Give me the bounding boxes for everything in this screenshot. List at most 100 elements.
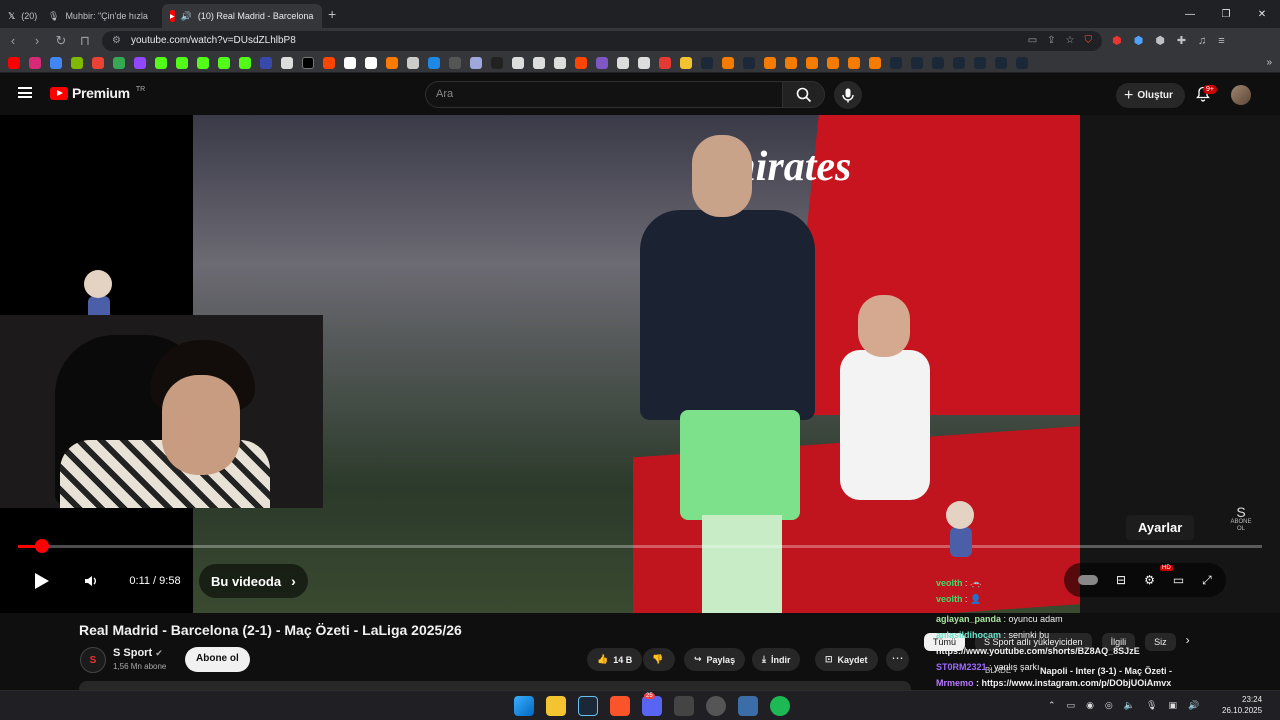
bookmark-icon[interactable] — [596, 56, 608, 69]
reload-button[interactable]: ↻ — [54, 33, 68, 49]
bookmark-folder-icon[interactable] — [680, 56, 692, 69]
bookmark-icon[interactable] — [50, 56, 62, 69]
bookmark-steam-icon[interactable] — [995, 56, 1007, 69]
bookmark-icon[interactable] — [491, 56, 503, 69]
bookmark-icon[interactable] — [407, 56, 419, 69]
display-icon[interactable]: ▣ — [1168, 700, 1177, 711]
bookmark-icon[interactable] — [71, 56, 83, 69]
extension-icon[interactable]: ⬢ — [1134, 34, 1144, 47]
progress-bar[interactable] — [18, 545, 1262, 548]
bookmark-icon[interactable] — [260, 56, 272, 69]
extension-icon[interactable]: ⬢ — [1112, 34, 1122, 47]
bookmark-amazon-icon[interactable] — [365, 56, 377, 69]
bookmark-icon[interactable] — [386, 56, 398, 69]
spotify-icon[interactable] — [770, 696, 790, 716]
tab-youtube[interactable]: ▶ 🔊 (10) Real Madrid - Barcelona ✕ — [162, 4, 322, 28]
bookmark-icon[interactable] — [638, 56, 650, 69]
bookmark-icon[interactable] — [344, 56, 356, 69]
share-button[interactable]: ↪ Paylaş — [684, 648, 746, 671]
app-icon[interactable] — [706, 696, 726, 716]
steam-icon[interactable] — [578, 696, 598, 716]
create-button[interactable]: + Oluştur — [1116, 83, 1185, 108]
bookmark-steam-icon[interactable] — [701, 56, 713, 69]
taskbar-clock[interactable]: 23:24 26.10.2025 — [1222, 694, 1262, 716]
bookmark-icon[interactable] — [722, 56, 734, 69]
progress-scrubber[interactable] — [34, 539, 49, 553]
bookmark-icon[interactable]: ⊓ — [78, 33, 92, 49]
volume-tray-icon[interactable]: 🔊 — [1188, 700, 1199, 711]
menu-icon[interactable] — [18, 87, 32, 98]
tray-app-icon[interactable]: ◉ — [1086, 700, 1094, 711]
new-tab-button[interactable]: + — [328, 6, 336, 22]
tab-muhbir[interactable]: 🎙 Muhbir: "Çin'de hızla ya — [40, 4, 150, 28]
bookmark-reddit-icon[interactable] — [575, 56, 587, 69]
file-explorer-icon[interactable] — [546, 696, 566, 716]
share-icon[interactable]: ⇪ — [1047, 35, 1055, 46]
brave-icon[interactable] — [610, 696, 630, 716]
bookmark-kick-icon[interactable] — [155, 56, 167, 69]
bookmark-icon[interactable] — [218, 56, 230, 69]
like-button[interactable]: 👍 14 B — [587, 648, 643, 671]
bookmark-icon[interactable] — [428, 56, 440, 69]
steam-tray-icon[interactable]: ◎ — [1105, 700, 1113, 711]
bookmark-steam-icon[interactable] — [743, 56, 755, 69]
minimize-button[interactable]: — — [1172, 9, 1208, 20]
bookmark-icon[interactable] — [554, 56, 566, 69]
bookmark-star-icon[interactable]: ☆ — [1066, 35, 1075, 46]
mic-tray-icon[interactable]: 🎙 — [1146, 700, 1157, 711]
save-button[interactable]: ⊡ Kaydet — [815, 648, 878, 671]
bookmark-icon[interactable] — [239, 56, 251, 69]
bookmark-gmail-icon[interactable] — [92, 56, 104, 69]
play-button[interactable] — [22, 564, 62, 598]
bookmark-icon[interactable] — [470, 56, 482, 69]
battery-icon[interactable]: ▭ — [1067, 700, 1076, 711]
chapter-button[interactable]: Bu videoda › — [199, 564, 308, 598]
puzzle-icon[interactable]: ✚ — [1177, 34, 1186, 47]
music-icon[interactable]: ♫ — [1198, 35, 1206, 47]
voice-search-button[interactable] — [834, 81, 862, 109]
bookmark-x-icon[interactable] — [302, 56, 314, 69]
bookmark-steam-icon[interactable] — [911, 56, 923, 69]
fullscreen-icon[interactable]: ⤢ — [1202, 573, 1212, 588]
tab-x[interactable]: 𝕏 (20) X'te — [0, 4, 40, 28]
bookmark-icon[interactable] — [533, 56, 545, 69]
bookmark-instagram-icon[interactable] — [29, 56, 41, 69]
speaker-icon[interactable]: 🔈 — [1124, 700, 1135, 711]
menu-icon[interactable]: ≡ — [1218, 35, 1224, 47]
address-bar[interactable]: ⚙ youtube.com/watch?v=DUsdZLhlbP8 ▭ ⇪ ☆ … — [102, 30, 1102, 51]
video-player[interactable]: Emirates Ayarlar S ABONE OL 0:11 / 9:58 … — [0, 115, 1280, 613]
bookmark-steam-icon[interactable] — [974, 56, 986, 69]
bookmark-icon[interactable] — [827, 56, 839, 69]
maximize-button[interactable]: ❐ — [1208, 9, 1244, 20]
bookmark-kick-icon[interactable] — [197, 56, 209, 69]
bookmark-steam-icon[interactable] — [953, 56, 965, 69]
download-button[interactable]: ⤓ İndir — [752, 648, 801, 671]
bookmark-youtube-icon[interactable] — [8, 56, 20, 69]
bookmark-steam-icon[interactable] — [1016, 56, 1028, 69]
bookmark-steam-icon[interactable] — [932, 56, 944, 69]
discord-icon[interactable] — [642, 696, 662, 716]
bookmark-icon[interactable] — [785, 56, 797, 69]
search-input[interactable]: Ara — [425, 81, 783, 108]
search-button[interactable] — [783, 81, 825, 108]
cast-icon[interactable]: ▭ — [1028, 35, 1037, 46]
more-actions-button[interactable]: ⋯ — [886, 648, 909, 671]
chevron-up-icon[interactable]: ⌃ — [1048, 700, 1056, 711]
subscribe-button[interactable]: Abone ol — [185, 647, 250, 672]
bookmark-icon[interactable] — [113, 56, 125, 69]
youtube-logo[interactable]: Premium TR — [50, 85, 145, 101]
bookmark-icon[interactable] — [449, 56, 461, 69]
bookmark-kick-icon[interactable] — [176, 56, 188, 69]
site-info-icon[interactable]: ⚙ — [112, 35, 121, 46]
more-bookmarks-icon[interactable]: » — [1266, 57, 1272, 68]
bookmark-icon[interactable] — [806, 56, 818, 69]
back-button[interactable]: ‹ — [6, 33, 20, 48]
dislike-button[interactable]: 👎 — [643, 648, 675, 671]
bookmark-steam-icon[interactable] — [890, 56, 902, 69]
forward-button[interactable]: › — [30, 33, 44, 48]
app-icon[interactable] — [738, 696, 758, 716]
bookmark-icon[interactable] — [134, 56, 146, 69]
bookmark-icon[interactable] — [869, 56, 881, 69]
app-icon[interactable] — [674, 696, 694, 716]
bookmark-icon[interactable] — [848, 56, 860, 69]
